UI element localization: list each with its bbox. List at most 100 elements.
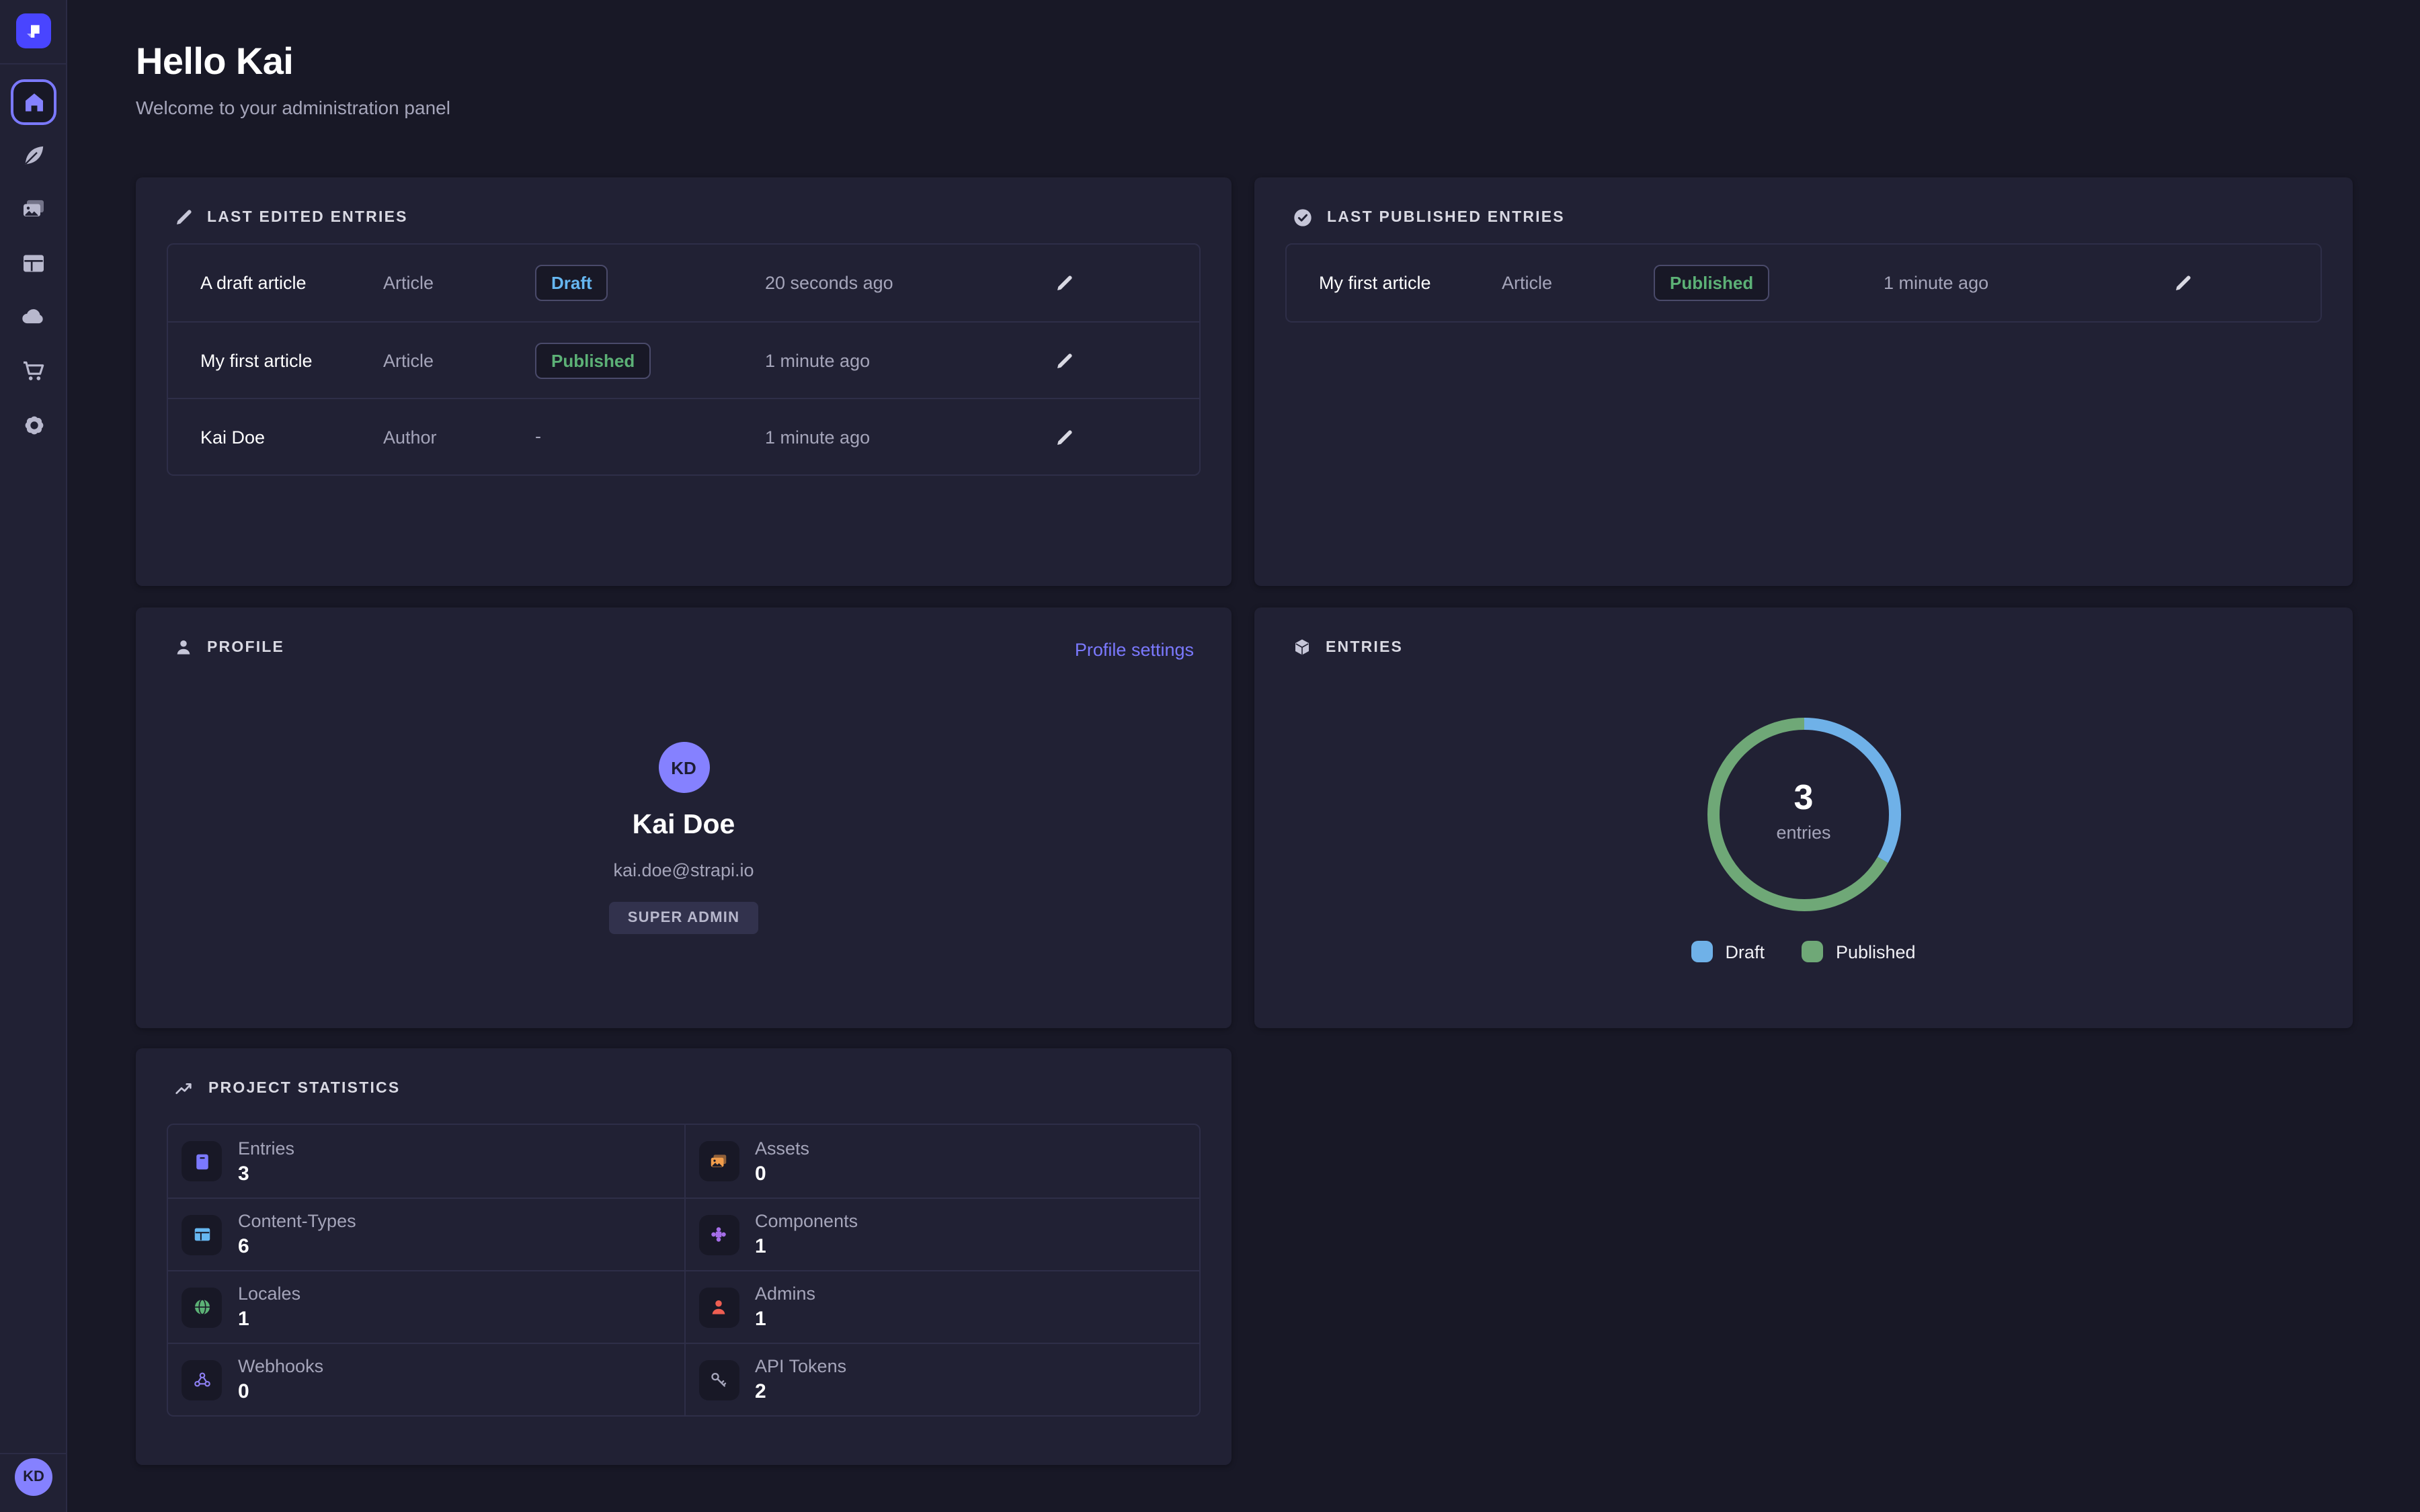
sidebar-item-marketplace[interactable]: [11, 348, 56, 394]
sidebar-nav: [0, 65, 67, 448]
stat-value: 0: [755, 1162, 809, 1185]
sidebar-item-content-manager[interactable]: [11, 133, 56, 179]
sidebar-item-content-type-builder[interactable]: [11, 241, 56, 286]
panel-title: LAST PUBLISHED ENTRIES: [1327, 210, 1565, 226]
last-edited-table: A draft article Article Draft 20 seconds…: [167, 243, 1201, 476]
edit-button[interactable]: [1054, 427, 1108, 447]
entry-type: Article: [383, 273, 535, 293]
stat-label: Assets: [755, 1138, 809, 1158]
stat-label: Admins: [755, 1284, 815, 1304]
profile-name: Kai Doe: [633, 809, 735, 841]
entry-name: Kai Doe: [168, 427, 383, 447]
profile-body: KD Kai Doe kai.doe@strapi.io SUPER ADMIN: [136, 742, 1232, 934]
legend-label: Published: [1836, 941, 1916, 962]
panel-title: LAST EDITED ENTRIES: [207, 209, 408, 225]
table-row[interactable]: Kai Doe Author - 1 minute ago: [168, 398, 1199, 474]
panel-header: LAST PUBLISHED ENTRIES: [1292, 207, 1565, 228]
legend-item-draft: Draft: [1691, 941, 1765, 962]
page-subtitle: Welcome to your administration panel: [136, 97, 450, 118]
status-badge: Published: [1654, 265, 1769, 301]
entry-type: Article: [383, 350, 535, 370]
table-row[interactable]: My first article Article Published 1 min…: [168, 321, 1199, 398]
pencil-icon: [1054, 350, 1074, 370]
edit-button[interactable]: [1054, 273, 1108, 293]
user-icon: [173, 637, 194, 657]
stat-api-tokens: API Tokens 2: [684, 1343, 1199, 1415]
layout-icon: [20, 250, 47, 277]
edit-button[interactable]: [2173, 273, 2226, 293]
sidebar-item-deploy[interactable]: [11, 294, 56, 340]
strapi-logo[interactable]: [16, 13, 51, 48]
edit-button[interactable]: [1054, 350, 1108, 370]
status-empty: -: [535, 426, 541, 446]
stat-label: Content-Types: [238, 1211, 356, 1231]
pencil-icon: [1054, 273, 1074, 293]
images-icon: [20, 196, 47, 223]
pencil-icon: [173, 207, 194, 227]
stat-locales: Locales 1: [168, 1270, 684, 1343]
entry-name: A draft article: [168, 273, 383, 293]
key-icon: [698, 1359, 739, 1400]
page-title: Hello Kai: [136, 40, 293, 83]
stat-content-types: Content-Types 6: [168, 1198, 684, 1270]
sidebar-item-media-library[interactable]: [11, 187, 56, 233]
panel-header: PROJECT STATISTICS: [173, 1078, 400, 1099]
stat-assets: Assets 0: [684, 1125, 1199, 1198]
stat-webhooks: Webhooks 0: [168, 1343, 684, 1415]
profile-email: kai.doe@strapi.io: [613, 860, 754, 880]
status-badge: Published: [535, 342, 651, 378]
last-published-entries-panel: LAST PUBLISHED ENTRIES My first article …: [1254, 177, 2353, 586]
stat-label: Locales: [238, 1284, 300, 1304]
published-swatch: [1802, 941, 1824, 962]
table-row[interactable]: My first article Article Published 1 min…: [1287, 245, 2321, 321]
sidebar-divider-bottom: [0, 1453, 67, 1454]
last-published-table: My first article Article Published 1 min…: [1285, 243, 2322, 323]
status-badge: Draft: [535, 265, 608, 301]
entry-time: 1 minute ago: [1884, 273, 2173, 293]
profile-settings-link[interactable]: Profile settings: [1075, 640, 1194, 660]
entry-time: 20 seconds ago: [765, 273, 1054, 293]
stat-label: Webhooks: [238, 1356, 323, 1376]
sidebar-item-settings[interactable]: [11, 402, 56, 448]
user-avatar[interactable]: KD: [15, 1458, 52, 1496]
stat-value: 1: [755, 1308, 815, 1331]
pencil-icon: [1054, 427, 1074, 447]
profile-avatar: KD: [658, 742, 709, 793]
stat-label: Entries: [238, 1138, 294, 1158]
check-circle-icon: [1292, 207, 1314, 228]
stat-label: API Tokens: [755, 1356, 846, 1376]
entry-time: 1 minute ago: [765, 427, 1054, 447]
sidebar: KD: [0, 0, 67, 1512]
table-row[interactable]: A draft article Article Draft 20 seconds…: [168, 245, 1199, 321]
stat-components: Components 1: [684, 1198, 1199, 1270]
home-icon: [21, 89, 46, 115]
stat-value: 3: [238, 1162, 294, 1185]
stat-value: 2: [755, 1380, 846, 1403]
trending-up-icon: [173, 1078, 195, 1099]
cube-icon: [1292, 637, 1312, 657]
stats-grid: Entries 3 Assets 0: [167, 1124, 1201, 1417]
entries-donut-chart: 3 entries: [1696, 707, 1911, 922]
webhook-icon: [182, 1359, 222, 1400]
panel-title: ENTRIES: [1326, 639, 1403, 655]
globe-icon: [182, 1287, 222, 1327]
entry-type: Article: [1502, 273, 1654, 293]
stat-admins: Admins 1: [684, 1270, 1199, 1343]
entry-time: 1 minute ago: [765, 350, 1054, 370]
puzzle-icon: [698, 1214, 739, 1255]
panel-header: PROFILE: [173, 637, 284, 657]
feather-icon: [20, 142, 47, 169]
sidebar-item-home[interactable]: [11, 79, 56, 125]
images-icon: [698, 1141, 739, 1181]
project-statistics-panel: PROJECT STATISTICS Entries 3: [136, 1048, 1232, 1465]
pencil-icon: [2173, 273, 2193, 293]
cart-icon: [20, 358, 47, 384]
last-edited-entries-panel: LAST EDITED ENTRIES A draft article Arti…: [136, 177, 1232, 586]
stat-value: 1: [238, 1308, 300, 1331]
stat-entries: Entries 3: [168, 1125, 684, 1198]
layout-icon: [182, 1214, 222, 1255]
profile-panel: PROFILE Profile settings KD Kai Doe kai.…: [136, 607, 1232, 1028]
file-icon: [182, 1141, 222, 1181]
role-badge: SUPER ADMIN: [609, 902, 758, 934]
gear-icon: [21, 412, 46, 437]
